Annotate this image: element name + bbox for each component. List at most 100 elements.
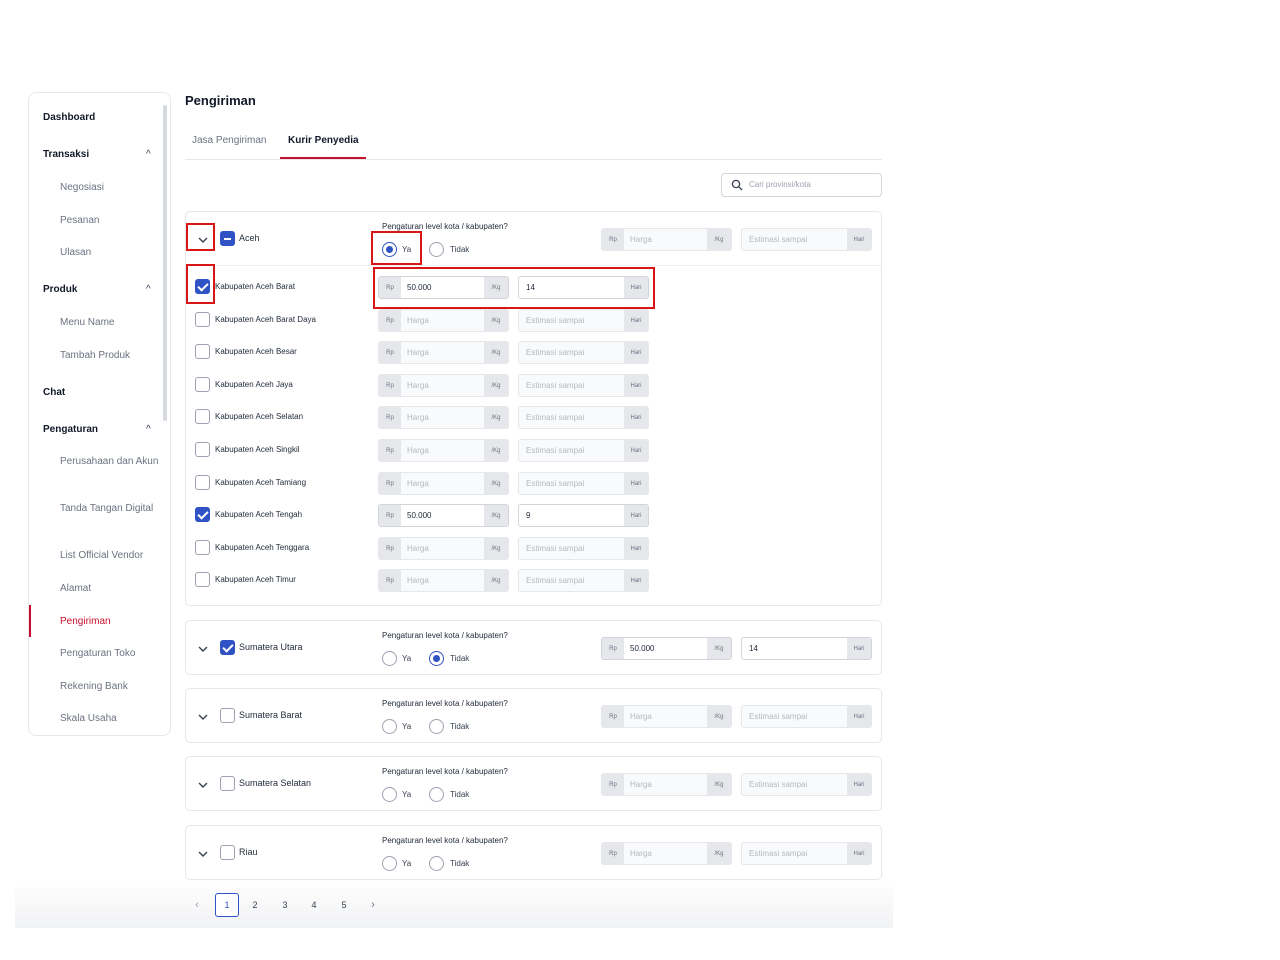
tab-kurir-penyedia[interactable]: Kurir Penyedia (288, 135, 359, 146)
city-checkbox[interactable] (195, 409, 210, 425)
harga-input[interactable]: Rp Harga/Kg (378, 471, 509, 495)
sidebar-item-alamat[interactable]: Alamat (60, 582, 160, 596)
hari-suffix: Hari (624, 277, 648, 298)
radio-ya[interactable] (382, 787, 397, 802)
radio-ya[interactable] (382, 856, 397, 871)
estimasi-input[interactable]: Estimasi sampai Hari (741, 228, 872, 251)
city-checkbox[interactable] (195, 376, 210, 392)
sidebar-item-rekening-bank[interactable]: Rekening Bank (60, 680, 160, 694)
estimasi-input[interactable]: Estimasi sampai Hari (518, 341, 649, 365)
chevron-down-icon[interactable] (197, 778, 209, 790)
sidebar-item-transaksi[interactable]: Transaksi (43, 149, 89, 160)
city-checkbox[interactable] (195, 572, 210, 588)
harga-input[interactable]: Rp 50.000/Kg (601, 637, 732, 660)
harga-input[interactable]: Rp Harga/Kg (378, 341, 509, 365)
radio-ya[interactable] (382, 651, 397, 666)
harga-input[interactable]: Rp Harga/Kg (378, 536, 509, 560)
pagination-page-1[interactable]: 1 (215, 893, 239, 917)
estimasi-input[interactable]: Estimasi sampai Hari (518, 373, 649, 397)
sidebar-item-produk[interactable]: Produk (43, 284, 77, 295)
sidebar-item-pengiriman[interactable]: Pengiriman (60, 615, 160, 629)
radio-tidak[interactable] (429, 651, 444, 666)
tab-jasa-pengiriman[interactable]: Jasa Pengiriman (192, 135, 266, 146)
hari-suffix: Hari (847, 638, 871, 659)
estimasi-input[interactable]: Estimasi sampai Hari (518, 439, 649, 462)
estimasi-input[interactable]: Estimasi sampai Hari (518, 308, 649, 332)
province-checkbox[interactable] (220, 640, 235, 655)
radio-tidak[interactable] (429, 856, 444, 871)
sidebar-item-pengaturan-toko[interactable]: Pengaturan Toko (60, 647, 160, 661)
city-checkbox[interactable] (195, 539, 210, 555)
pagination-page-2[interactable]: 2 (243, 893, 267, 917)
harga-input[interactable]: Rp Harga/Kg (601, 842, 732, 865)
radio-ya-label: Ya (402, 245, 412, 254)
sidebar-item-perusahaan-dan-akun[interactable]: Perusahaan dan Akun (60, 455, 160, 469)
sidebar-item-tambah-produk[interactable]: Tambah Produk (60, 349, 160, 363)
per-kg-suffix: /Kg (484, 342, 508, 364)
rp-prefix: Rp (602, 843, 624, 864)
city-checkbox[interactable] (195, 507, 210, 523)
estimasi-input[interactable]: 9 Hari (518, 504, 649, 528)
harga-input[interactable]: Rp Harga/Kg (378, 308, 509, 332)
harga-input[interactable]: Rp Harga/Kg (378, 373, 509, 397)
pagination-prev-button[interactable]: ‹ (185, 893, 209, 917)
sidebar-item-dashboard[interactable]: Dashboard (43, 112, 95, 123)
city-checkbox[interactable] (195, 344, 210, 360)
estimasi-value: Estimasi sampai (526, 576, 585, 586)
sidebar-active-indicator (29, 605, 31, 637)
pagination-page-4[interactable]: 4 (302, 893, 326, 917)
chevron-down-icon[interactable] (197, 710, 209, 722)
sidebar-scrollbar[interactable] (163, 105, 167, 421)
harga-input[interactable]: Rp Harga/Kg (378, 406, 509, 430)
pagination-page-5[interactable]: 5 (332, 893, 356, 917)
estimasi-input[interactable]: Estimasi sampai Hari (741, 842, 872, 865)
city-checkbox[interactable] (195, 279, 210, 294)
pagination-page-3[interactable]: 3 (273, 893, 297, 917)
chevron-down-icon[interactable] (197, 233, 209, 245)
harga-input[interactable]: Rp Harga/Kg (378, 569, 509, 593)
search-input[interactable]: Cari provinsi/kota (721, 173, 882, 197)
sidebar-item-chat[interactable]: Chat (43, 387, 65, 398)
estimasi-input[interactable]: 14 Hari (518, 276, 649, 299)
estimasi-input[interactable]: Estimasi sampai Hari (741, 705, 872, 728)
chevron-down-icon[interactable] (197, 642, 209, 654)
radio-tidak[interactable] (429, 242, 444, 257)
harga-input[interactable]: Rp 50.000/Kg (378, 504, 509, 528)
city-checkbox[interactable] (195, 311, 210, 327)
sidebar-item-pengaturan[interactable]: Pengaturan (43, 424, 98, 435)
city-checkbox[interactable] (195, 442, 210, 457)
radio-ya[interactable] (382, 719, 397, 734)
pagination-next-button[interactable]: › (361, 893, 385, 917)
harga-input[interactable]: Rp Harga/Kg (378, 439, 509, 462)
sidebar-item-list-official-vendor[interactable]: List Official Vendor (60, 549, 160, 563)
estimasi-input[interactable]: 14 Hari (741, 637, 872, 660)
radio-tidak[interactable] (429, 719, 444, 734)
province-checkbox[interactable] (220, 776, 235, 791)
province-checkbox[interactable] (220, 708, 235, 723)
sidebar-item-ulasan[interactable]: Ulasan (60, 246, 160, 260)
estimasi-input[interactable]: Estimasi sampai Hari (518, 471, 649, 495)
chevron-up-icon[interactable]: ^ (146, 424, 151, 435)
rp-prefix: Rp (602, 774, 624, 795)
chevron-down-icon[interactable] (197, 847, 209, 859)
harga-input[interactable]: Rp 50.000/Kg (378, 276, 509, 299)
harga-input[interactable]: Rp Harga/Kg (601, 228, 732, 251)
sidebar-item-menu-name[interactable]: Menu Name (60, 316, 160, 330)
radio-tidak[interactable] (429, 787, 444, 802)
sidebar-item-tanda-tangan-digital[interactable]: Tanda Tangan Digital (60, 502, 160, 516)
estimasi-input[interactable]: Estimasi sampai Hari (741, 773, 872, 796)
chevron-up-icon[interactable]: ^ (146, 284, 151, 295)
province-checkbox[interactable] (220, 231, 235, 246)
sidebar-item-pesanan[interactable]: Pesanan (60, 214, 160, 228)
estimasi-input[interactable]: Estimasi sampai Hari (518, 406, 649, 430)
estimasi-input[interactable]: Estimasi sampai Hari (518, 536, 649, 560)
harga-input[interactable]: Rp Harga/Kg (601, 705, 732, 728)
radio-ya[interactable] (382, 242, 397, 257)
harga-input[interactable]: Rp Harga/Kg (601, 773, 732, 796)
estimasi-input[interactable]: Estimasi sampai Hari (518, 569, 649, 593)
chevron-up-icon[interactable]: ^ (146, 149, 151, 160)
sidebar-item-negosiasi[interactable]: Negosiasi (60, 181, 160, 195)
province-checkbox[interactable] (220, 845, 235, 860)
city-checkbox[interactable] (195, 474, 210, 490)
sidebar-item-skala-usaha[interactable]: Skala Usaha (60, 712, 160, 726)
